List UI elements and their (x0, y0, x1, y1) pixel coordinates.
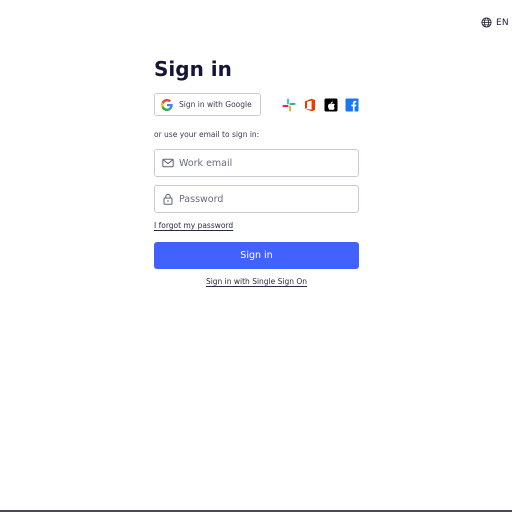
mail-icon (162, 158, 174, 168)
apple-icon[interactable] (324, 98, 338, 112)
social-sign-in-row: Sign in with Google (154, 93, 359, 116)
google-sign-in-label: Sign in with Google (179, 100, 252, 109)
email-field[interactable] (154, 149, 359, 177)
slack-icon[interactable] (282, 98, 296, 112)
password-field[interactable] (154, 185, 359, 213)
language-selector[interactable]: EN (481, 17, 509, 28)
divider-text: or use your email to sign in: (154, 130, 260, 139)
page-title: Sign in (154, 57, 232, 81)
office-icon[interactable] (303, 98, 317, 112)
language-code: EN (496, 17, 509, 28)
email-input[interactable] (179, 157, 349, 169)
sso-sign-in-link[interactable]: Sign in with Single Sign On (154, 277, 359, 287)
sign-in-form: Sign in Sign in with Google or use your … (154, 56, 359, 287)
password-input[interactable] (179, 193, 349, 205)
provider-icons (282, 98, 359, 112)
google-icon (161, 98, 173, 111)
google-sign-in-button[interactable]: Sign in with Google (154, 93, 261, 116)
sign-in-page: EN Sign in Sign in with Google or use yo… (0, 0, 512, 512)
facebook-icon[interactable] (345, 98, 359, 112)
lock-icon (163, 193, 173, 205)
globe-icon (481, 17, 492, 28)
sign-in-button[interactable]: Sign in (154, 242, 359, 269)
forgot-password-link[interactable]: I forgot my password (154, 221, 233, 231)
